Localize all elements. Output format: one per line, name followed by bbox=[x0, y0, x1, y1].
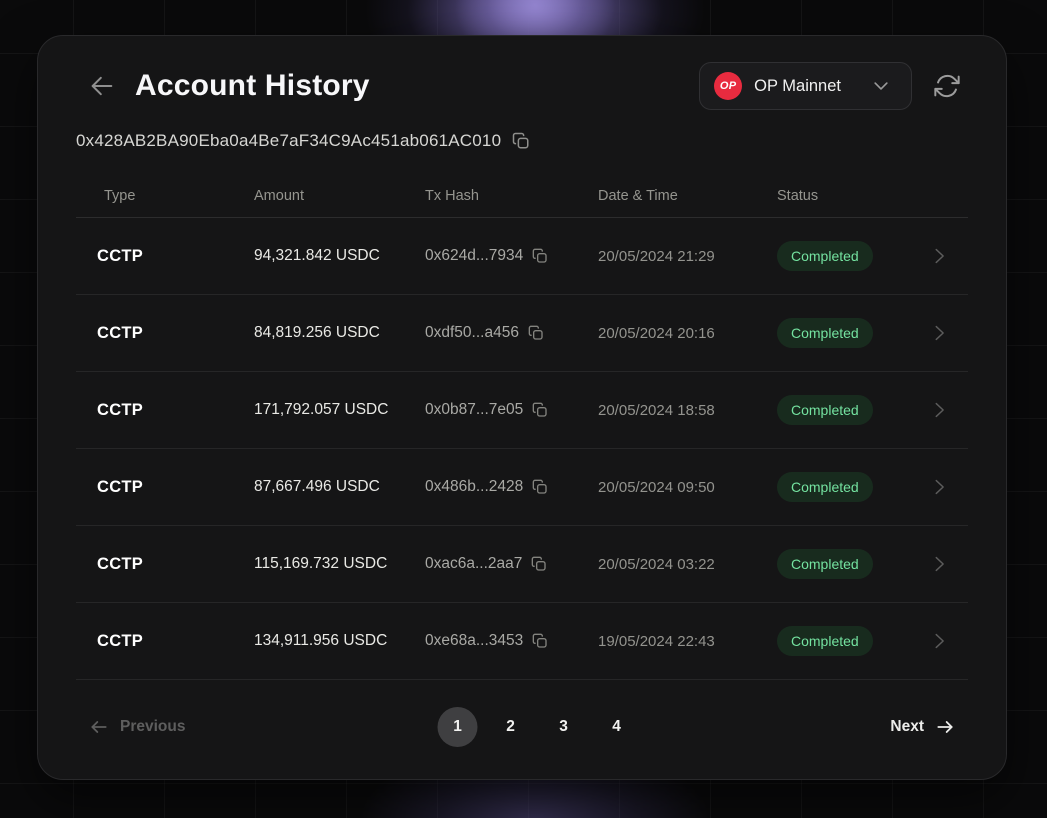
table-row[interactable]: CCTP 94,321.842 USDC 0x624d...7934 20/05… bbox=[76, 218, 968, 295]
transactions-table: Type Amount Tx Hash Date & Time Status C… bbox=[76, 151, 968, 680]
copy-icon bbox=[531, 556, 547, 572]
tx-datetime: 20/05/2024 03:22 bbox=[598, 556, 777, 573]
status-badge: Completed bbox=[777, 241, 873, 271]
tx-amount: 94,321.842 USDC bbox=[254, 247, 425, 265]
page-button-3[interactable]: 3 bbox=[544, 707, 584, 747]
status-badge: Completed bbox=[777, 472, 873, 502]
copy-icon bbox=[532, 248, 548, 264]
column-header-amount: Amount bbox=[254, 188, 425, 204]
arrow-left-icon bbox=[89, 717, 109, 737]
tx-type: CCTP bbox=[76, 247, 254, 266]
chevron-right-icon bbox=[928, 245, 950, 267]
tx-datetime: 20/05/2024 18:58 bbox=[598, 402, 777, 419]
table-header: Type Amount Tx Hash Date & Time Status bbox=[76, 151, 968, 218]
arrow-left-icon bbox=[88, 72, 116, 100]
wallet-address: 0x428AB2BA90Eba0a4Be7aF34C9Ac451ab061AC0… bbox=[76, 131, 501, 151]
refresh-icon bbox=[933, 72, 961, 100]
network-select[interactable]: OP OP Mainnet bbox=[699, 62, 912, 110]
op-network-icon: OP bbox=[714, 72, 742, 100]
table-row[interactable]: CCTP 87,667.496 USDC 0x486b...2428 20/05… bbox=[76, 449, 968, 526]
arrow-right-icon bbox=[935, 717, 955, 737]
copy-tx-hash-button[interactable] bbox=[532, 402, 548, 418]
tx-amount: 87,667.496 USDC bbox=[254, 478, 425, 496]
tx-type: CCTP bbox=[76, 401, 254, 420]
refresh-button[interactable] bbox=[933, 72, 961, 100]
header-bar: Account History OP OP Mainnet bbox=[88, 62, 961, 110]
copy-icon bbox=[532, 402, 548, 418]
copy-tx-hash-button[interactable] bbox=[531, 556, 547, 572]
tx-type: CCTP bbox=[76, 324, 254, 343]
copy-address-button[interactable] bbox=[512, 132, 530, 150]
status-badge: Completed bbox=[777, 549, 873, 579]
column-header-status: Status bbox=[777, 188, 928, 204]
previous-page-button[interactable]: Previous bbox=[76, 717, 185, 737]
page-button-1[interactable]: 1 bbox=[438, 707, 478, 747]
network-name: OP Mainnet bbox=[754, 77, 841, 96]
status-badge: Completed bbox=[777, 626, 873, 656]
copy-icon bbox=[532, 633, 548, 649]
row-details-button[interactable] bbox=[928, 630, 950, 652]
status-badge: Completed bbox=[777, 395, 873, 425]
row-details-button[interactable] bbox=[928, 476, 950, 498]
tx-hash: 0xe68a...3453 bbox=[425, 632, 523, 650]
column-header-type: Type bbox=[76, 188, 254, 204]
tx-amount: 171,792.057 USDC bbox=[254, 401, 425, 419]
tx-type: CCTP bbox=[76, 632, 254, 651]
pagination-bar: Previous 1234 Next bbox=[76, 680, 968, 773]
chevron-right-icon bbox=[928, 630, 950, 652]
page-button-4[interactable]: 4 bbox=[597, 707, 637, 747]
page-title: Account History bbox=[135, 69, 370, 103]
tx-amount: 84,819.256 USDC bbox=[254, 324, 425, 342]
status-badge: Completed bbox=[777, 318, 873, 348]
chevron-right-icon bbox=[928, 476, 950, 498]
table-row[interactable]: CCTP 84,819.256 USDC 0xdf50...a456 20/05… bbox=[76, 295, 968, 372]
next-label: Next bbox=[890, 718, 924, 736]
tx-datetime: 20/05/2024 20:16 bbox=[598, 325, 777, 342]
page-numbers: 1234 bbox=[438, 707, 637, 747]
tx-hash: 0xac6a...2aa7 bbox=[425, 555, 522, 573]
table-row[interactable]: CCTP 115,169.732 USDC 0xac6a...2aa7 20/0… bbox=[76, 526, 968, 603]
tx-hash: 0x486b...2428 bbox=[425, 478, 523, 496]
copy-tx-hash-button[interactable] bbox=[532, 248, 548, 264]
row-details-button[interactable] bbox=[928, 399, 950, 421]
table-row[interactable]: CCTP 134,911.956 USDC 0xe68a...3453 19/0… bbox=[76, 603, 968, 680]
copy-icon bbox=[512, 132, 530, 150]
tx-hash: 0xdf50...a456 bbox=[425, 324, 519, 342]
tx-amount: 134,911.956 USDC bbox=[254, 632, 425, 650]
copy-icon bbox=[532, 479, 548, 495]
chevron-right-icon bbox=[928, 322, 950, 344]
tx-datetime: 20/05/2024 21:29 bbox=[598, 248, 777, 265]
chevron-down-icon bbox=[871, 76, 891, 96]
tx-datetime: 20/05/2024 09:50 bbox=[598, 479, 777, 496]
tx-datetime: 19/05/2024 22:43 bbox=[598, 633, 777, 650]
column-header-tx-hash: Tx Hash bbox=[425, 188, 598, 204]
row-details-button[interactable] bbox=[928, 553, 950, 575]
account-history-card: Account History OP OP Mainnet 0x428AB2BA… bbox=[37, 35, 1007, 780]
chevron-right-icon bbox=[928, 399, 950, 421]
previous-label: Previous bbox=[120, 718, 185, 736]
copy-icon bbox=[528, 325, 544, 341]
next-page-button[interactable]: Next bbox=[890, 717, 968, 737]
chevron-right-icon bbox=[928, 553, 950, 575]
tx-hash: 0x624d...7934 bbox=[425, 247, 523, 265]
copy-tx-hash-button[interactable] bbox=[532, 479, 548, 495]
tx-type: CCTP bbox=[76, 478, 254, 497]
column-header-datetime: Date & Time bbox=[598, 188, 777, 204]
row-details-button[interactable] bbox=[928, 322, 950, 344]
back-button[interactable] bbox=[88, 72, 116, 100]
tx-type: CCTP bbox=[76, 555, 254, 574]
page-button-2[interactable]: 2 bbox=[491, 707, 531, 747]
tx-hash: 0x0b87...7e05 bbox=[425, 401, 523, 419]
table-row[interactable]: CCTP 171,792.057 USDC 0x0b87...7e05 20/0… bbox=[76, 372, 968, 449]
copy-tx-hash-button[interactable] bbox=[532, 633, 548, 649]
wallet-address-row: 0x428AB2BA90Eba0a4Be7aF34C9Ac451ab061AC0… bbox=[76, 131, 968, 151]
tx-amount: 115,169.732 USDC bbox=[254, 555, 425, 573]
row-details-button[interactable] bbox=[928, 245, 950, 267]
copy-tx-hash-button[interactable] bbox=[528, 325, 544, 341]
